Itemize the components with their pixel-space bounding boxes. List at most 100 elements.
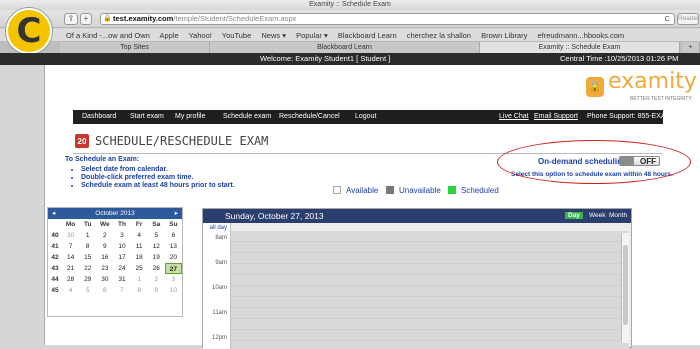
view-month-button[interactable]: Month (609, 211, 627, 220)
view-week-button[interactable]: Week (589, 211, 606, 220)
tab-blackboard[interactable]: Blackboard Learn (210, 42, 480, 53)
nav-live-chat[interactable]: Live Chat (499, 110, 529, 124)
day-cell[interactable]: 4 (131, 230, 148, 241)
instruction-item: Schedule exam at least 48 hours prior to… (81, 182, 365, 190)
day-cell[interactable]: 15 (79, 252, 96, 263)
day-cell[interactable]: 9 (148, 285, 165, 296)
day-cell[interactable]: 8 (79, 241, 96, 252)
highlight-circle (497, 140, 691, 184)
nav-reschedule-cancel[interactable]: Reschedule/Cancel (279, 110, 340, 124)
day-cell[interactable]: 28 (62, 274, 79, 285)
day-cell[interactable]: 7 (62, 241, 79, 252)
day-cell[interactable]: 21 (62, 263, 79, 274)
day-cell[interactable]: 5 (79, 285, 96, 296)
scroll-thumb[interactable] (623, 245, 628, 325)
week-number: 41 (51, 243, 59, 250)
main-nav: Dashboard Start exam My profile Schedule… (73, 110, 682, 124)
bookmark-item[interactable]: Yahoo! (189, 31, 212, 40)
bookmark-item[interactable]: efreudmann...hbooks.com (537, 31, 624, 40)
tab-top-sites[interactable]: Top Sites (60, 42, 210, 53)
calendar-icon: 20 (75, 134, 89, 148)
nav-logout[interactable]: Logout (355, 110, 376, 124)
day-cell[interactable]: 4 (62, 285, 79, 296)
phone-support: Phone Support: 855-EXAMITY (587, 113, 683, 120)
calendar-scrollbar[interactable] (621, 233, 629, 343)
url-host: test.examity.com (113, 14, 174, 23)
bookmark-item[interactable]: Brown Library (481, 31, 527, 40)
bookmark-item[interactable]: cherchez la shallon (407, 31, 471, 40)
central-time: Central Time :10/25/2013 01:26 PM (560, 54, 679, 63)
nav-email-support[interactable]: Email Support (534, 110, 578, 124)
day-cell[interactable]: 6 (165, 230, 182, 241)
weekday-header: Sa (152, 221, 161, 228)
legend-label: Available (346, 186, 379, 195)
bookmark-item[interactable]: News ▾ (261, 31, 286, 40)
day-calendar-header: Sunday, October 27, 2013 Day Week Month (203, 209, 631, 223)
day-cell[interactable]: 20 (165, 252, 182, 263)
nav-start-exam[interactable]: Start exam (130, 110, 164, 124)
day-cell[interactable]: 8 (131, 285, 148, 296)
day-cell[interactable]: 9 (96, 241, 113, 252)
reader-button[interactable]: Reader (677, 13, 699, 25)
day-cell[interactable]: 3 (113, 230, 130, 241)
day-cell[interactable]: 1 (79, 230, 96, 241)
bookmark-item[interactable]: YouTube (222, 31, 251, 40)
add-tab-button[interactable]: + (682, 42, 700, 53)
day-cell[interactable]: 10 (165, 285, 182, 296)
calendar-date-title: Sunday, October 27, 2013 (225, 211, 324, 221)
new-tab-button[interactable]: + (80, 13, 92, 25)
lock-icon: 🔒 (103, 15, 112, 22)
selected-day-cell[interactable]: 27 (164, 263, 182, 274)
examity-logo: 🔒 examity BETTER TEST INTEGRITY (566, 69, 697, 109)
day-cell[interactable]: 17 (113, 252, 130, 263)
nav-my-profile[interactable]: My profile (175, 110, 205, 124)
day-cell[interactable]: 7 (113, 285, 130, 296)
day-cell[interactable]: 26 (148, 263, 165, 274)
next-month-arrow-icon[interactable]: ▸ (175, 208, 178, 219)
scheduled-swatch (448, 186, 456, 194)
refresh-icon[interactable]: C (665, 14, 670, 24)
day-cell[interactable]: 29 (79, 274, 96, 285)
share-button[interactable]: ⇪ (64, 13, 78, 25)
day-cell[interactable]: 10 (113, 241, 130, 252)
week-number: 45 (51, 287, 59, 294)
day-cell[interactable]: 23 (96, 263, 113, 274)
day-cell[interactable]: 6 (96, 285, 113, 296)
day-cell[interactable]: 3 (165, 274, 182, 285)
instructions-heading: To Schedule an Exam: (65, 156, 140, 163)
day-cell[interactable]: 19 (148, 252, 165, 263)
day-cell[interactable]: 25 (131, 263, 148, 274)
day-cell[interactable]: 11 (131, 241, 148, 252)
weekday-header: Tu (83, 221, 92, 228)
bookmark-item[interactable]: Apple (159, 31, 178, 40)
prev-month-arrow-icon[interactable]: ◂ (52, 208, 55, 219)
nav-schedule-exam[interactable]: Schedule exam (223, 110, 271, 124)
weekday-header: Mo (65, 221, 76, 228)
day-cell[interactable]: 18 (131, 252, 148, 263)
day-cell[interactable]: 12 (148, 241, 165, 252)
nav-dashboard[interactable]: Dashboard (82, 110, 116, 124)
day-cell[interactable]: 30 (96, 274, 113, 285)
day-cell[interactable]: 16 (96, 252, 113, 263)
time-slots[interactable] (231, 231, 629, 349)
day-cell[interactable]: 31 (113, 274, 130, 285)
tab-examity[interactable]: Examity :: Schedule Exam (480, 42, 680, 53)
day-cell[interactable]: 2 (96, 230, 113, 241)
address-bar[interactable]: 🔒 test.examity.com/temple/Student/Schedu… (100, 13, 675, 25)
day-cell[interactable]: 30 (62, 230, 79, 241)
legend-label: Scheduled (461, 186, 499, 195)
day-cell[interactable]: 22 (79, 263, 96, 274)
day-cell[interactable]: 13 (165, 241, 182, 252)
day-cell[interactable]: 2 (148, 274, 165, 285)
view-day-button[interactable]: Day (565, 211, 583, 220)
window-title: Examity :: Schedule Exam (309, 1, 391, 8)
day-cell[interactable]: 24 (113, 263, 130, 274)
bookmark-item[interactable]: Of a Kind -...ow and Own (66, 31, 150, 40)
legend-label: Unavailable (399, 186, 441, 195)
day-cell[interactable]: 5 (148, 230, 165, 241)
day-cell[interactable]: 14 (62, 252, 79, 263)
bookmark-item[interactable]: Blackboard Learn (338, 31, 397, 40)
bookmark-item[interactable]: Popular ▾ (296, 31, 328, 40)
weekday-header: Su (169, 221, 178, 228)
day-cell[interactable]: 1 (131, 274, 148, 285)
